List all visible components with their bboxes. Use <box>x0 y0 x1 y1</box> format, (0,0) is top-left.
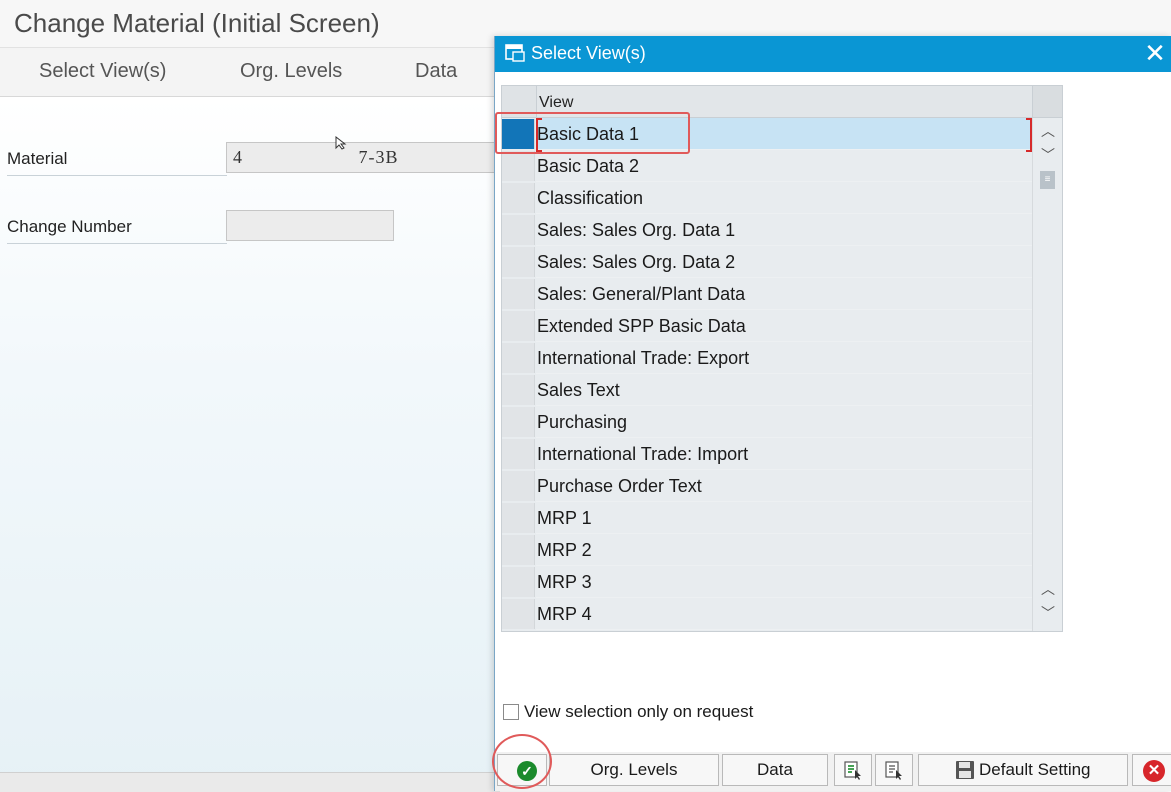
table-row[interactable]: Basic Data 1 <box>502 118 1032 150</box>
change-number-input[interactable] <box>226 210 394 241</box>
select-views-dialog: Select View(s) ✕ View Basic Data 1 Basic … <box>492 36 1171 791</box>
vertical-scrollbar[interactable]: ︿ ﹀ ≡ ︿ ﹀ <box>1032 118 1062 631</box>
row-selector[interactable] <box>502 439 535 469</box>
close-icon[interactable]: ✕ <box>1140 38 1170 68</box>
row-selector[interactable] <box>502 471 535 501</box>
table-row[interactable]: International Trade: Import <box>502 438 1032 470</box>
view-cell[interactable]: Basic Data 2 <box>536 150 1032 182</box>
view-selection-checkbox-label: View selection only on request <box>524 702 754 721</box>
table-row[interactable]: Sales: General/Plant Data <box>502 278 1032 310</box>
view-cell[interactable]: International Trade: Import <box>536 438 1032 470</box>
row-selector[interactable] <box>502 343 535 373</box>
view-cell[interactable]: MRP 3 <box>536 566 1032 598</box>
material-input[interactable]: 4 7-3B <box>226 142 496 173</box>
continue-button[interactable]: ✓ <box>497 754 547 786</box>
change-number-label: Change Number <box>7 217 227 244</box>
table-row[interactable]: Classification <box>502 182 1032 214</box>
row-selector[interactable] <box>502 119 535 149</box>
deselect-all-icon <box>885 761 902 780</box>
window-icon <box>505 44 525 62</box>
deselect-all-button[interactable] <box>875 754 913 786</box>
table-row[interactable]: International Trade: Export <box>502 342 1032 374</box>
table-row[interactable]: Sales Text <box>502 374 1032 406</box>
scroll-up-icon[interactable]: ︿ <box>1039 122 1057 140</box>
scroll-down-icon[interactable]: ﹀ <box>1039 146 1057 164</box>
org-levels-button[interactable]: Org. Levels <box>549 754 719 786</box>
row-selector[interactable] <box>502 375 535 405</box>
focus-bracket-left <box>536 118 542 152</box>
views-table: View Basic Data 1 Basic Data 2 Classificat… <box>501 85 1063 632</box>
row-selector[interactable] <box>502 151 535 181</box>
view-cell[interactable]: Purchase Order Text <box>536 470 1032 502</box>
row-selector[interactable] <box>502 247 535 277</box>
view-cell[interactable]: Sales: Sales Org. Data 2 <box>536 246 1032 278</box>
view-selection-checkbox[interactable] <box>503 704 519 720</box>
view-cell[interactable]: Sales Text <box>536 374 1032 406</box>
window-title: Change Material (Initial Screen) <box>14 8 380 38</box>
row-selector[interactable] <box>502 599 535 629</box>
data-toolbar-button[interactable]: Data <box>415 60 457 83</box>
org-levels-toolbar-button[interactable]: Org. Levels <box>240 60 342 83</box>
column-header-view[interactable]: View <box>539 94 573 112</box>
row-selector[interactable] <box>502 503 535 533</box>
view-cell[interactable]: International Trade: Export <box>536 342 1032 374</box>
view-cell[interactable]: Extended SPP Basic Data <box>536 310 1032 342</box>
scroll-thumb[interactable]: ≡ <box>1040 171 1055 189</box>
row-selector[interactable] <box>502 215 535 245</box>
material-label: Material <box>7 149 227 176</box>
table-row[interactable]: Purchase Order Text <box>502 470 1032 502</box>
view-cell[interactable]: Basic Data 1 <box>536 118 1032 150</box>
table-row[interactable]: MRP 3 <box>502 566 1032 598</box>
table-row[interactable]: Purchasing <box>502 406 1032 438</box>
dialog-title: Select View(s) <box>531 43 646 63</box>
table-row[interactable]: Basic Data 2 <box>502 150 1032 182</box>
table-row[interactable]: Extended SPP Basic Data <box>502 310 1032 342</box>
view-cell[interactable]: Purchasing <box>536 406 1032 438</box>
row-selector[interactable] <box>502 183 535 213</box>
status-bar <box>0 772 500 792</box>
row-selector[interactable] <box>502 567 535 597</box>
table-row[interactable]: MRP 1 <box>502 502 1032 534</box>
row-selector[interactable] <box>502 407 535 437</box>
dialog-footer: ✓ Org. Levels Data Default Setting ✕ <box>495 752 1171 791</box>
row-selector[interactable] <box>502 311 535 341</box>
select-all-icon <box>844 761 861 780</box>
view-cell[interactable]: MRP 2 <box>536 534 1032 566</box>
view-cell[interactable]: MRP 4 <box>536 598 1032 630</box>
page-up-icon[interactable]: ︿ <box>1039 580 1057 598</box>
select-views-toolbar-button[interactable]: Select View(s) <box>39 60 166 83</box>
select-all-button[interactable] <box>834 754 872 786</box>
row-selector[interactable] <box>502 279 535 309</box>
table-row[interactable]: MRP 2 <box>502 534 1032 566</box>
table-row[interactable]: MRP 4 <box>502 598 1032 630</box>
row-selector[interactable] <box>502 535 535 565</box>
default-setting-label: Default Setting <box>979 760 1091 779</box>
view-cell[interactable]: MRP 1 <box>536 502 1032 534</box>
table-row[interactable]: Sales: Sales Org. Data 2 <box>502 246 1032 278</box>
default-setting-button[interactable]: Default Setting <box>918 754 1128 786</box>
page-down-icon[interactable]: ﹀ <box>1039 604 1057 622</box>
cancel-button[interactable]: ✕ <box>1132 754 1171 786</box>
table-settings-corner <box>1032 86 1062 117</box>
checkmark-icon: ✓ <box>517 761 537 781</box>
dialog-title-bar: Select View(s) ✕ <box>495 36 1171 72</box>
view-cell[interactable]: Classification <box>536 182 1032 214</box>
table-row[interactable]: Sales: Sales Org. Data 1 <box>502 214 1032 246</box>
view-cell[interactable]: Sales: General/Plant Data <box>536 278 1032 310</box>
cancel-icon: ✕ <box>1143 760 1165 782</box>
view-cell[interactable]: Sales: Sales Org. Data 1 <box>536 214 1032 246</box>
data-button[interactable]: Data <box>722 754 828 786</box>
table-rows: Basic Data 1 Basic Data 2 Classification Sa… <box>502 118 1032 630</box>
save-icon <box>956 761 974 779</box>
mouse-cursor-icon <box>335 136 347 150</box>
table-header: View <box>502 86 1062 118</box>
select-all-cell[interactable] <box>502 86 537 117</box>
